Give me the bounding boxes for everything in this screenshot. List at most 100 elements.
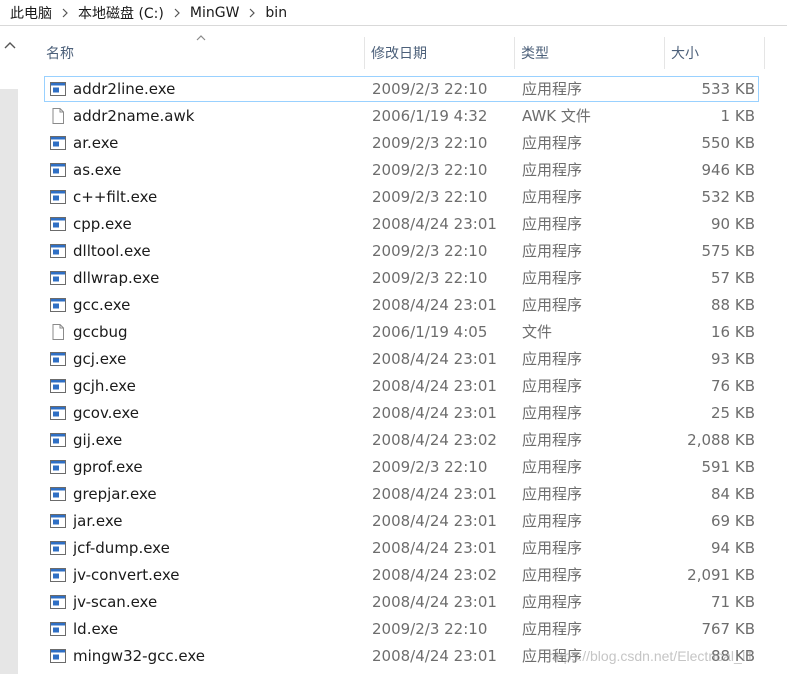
file-date: 2008/4/24 23:01	[372, 215, 497, 233]
breadcrumb-item-bin[interactable]: bin	[261, 5, 291, 21]
file-row[interactable]: jar.exe 2008/4/24 23:01 应用程序 69 KB	[40, 508, 765, 535]
file-name: grepjar.exe	[73, 485, 157, 503]
file-size: 57 KB	[711, 269, 755, 287]
file-row[interactable]: cpp.exe 2008/4/24 23:01 应用程序 90 KB	[40, 211, 765, 238]
file-date: 2009/2/3 22:10	[372, 620, 488, 638]
file-name: ar.exe	[73, 134, 119, 152]
file-row[interactable]: as.exe 2009/2/3 22:10 应用程序 946 KB	[40, 157, 765, 184]
file-size: 2,088 KB	[687, 431, 755, 449]
file-date: 2008/4/24 23:01	[372, 512, 497, 530]
file-row[interactable]: jv-scan.exe 2008/4/24 23:01 应用程序 71 KB	[40, 589, 765, 616]
file-row[interactable]: addr2line.exe 2009/2/3 22:10 应用程序 533 KB	[40, 76, 765, 103]
file-size: 76 KB	[711, 377, 755, 395]
file-type: 应用程序	[522, 566, 583, 584]
file-row[interactable]: addr2name.awk 2006/1/19 4:32 AWK 文件 1 KB	[40, 103, 765, 130]
file-name: dllwrap.exe	[73, 269, 160, 287]
file-date: 2009/2/3 22:10	[372, 161, 488, 179]
file-size: 2,091 KB	[687, 566, 755, 584]
exe-icon	[50, 378, 66, 394]
file-row[interactable]: jv-convert.exe 2008/4/24 23:02 应用程序 2,091 K…	[40, 562, 765, 589]
chevron-right-icon[interactable]	[56, 0, 74, 26]
file-explorer-window: 此电脑 本地磁盘 (C:) MinGW bin 名称 修改日期 类型 大小 ad…	[0, 0, 787, 674]
file-name: gccbug	[73, 323, 128, 341]
exe-icon	[50, 594, 66, 610]
file-type: 应用程序	[522, 404, 583, 422]
exe-icon	[50, 486, 66, 502]
file-type: 应用程序	[522, 431, 583, 449]
file-row[interactable]: dlltool.exe 2009/2/3 22:10 应用程序 575 KB	[40, 238, 765, 265]
file-row[interactable]: gij.exe 2008/4/24 23:02 应用程序 2,088 KB	[40, 427, 765, 454]
file-type: 应用程序	[522, 161, 583, 179]
file-size: 575 KB	[701, 242, 755, 260]
file-size: 532 KB	[701, 188, 755, 206]
column-header-name-label: 名称	[46, 46, 74, 62]
exe-icon	[50, 189, 66, 205]
chevron-right-icon[interactable]	[243, 0, 261, 26]
chevron-right-icon[interactable]	[168, 0, 186, 26]
file-row[interactable]: gcc.exe 2008/4/24 23:01 应用程序 88 KB	[40, 292, 765, 319]
file-date: 2009/2/3 22:10	[372, 134, 488, 152]
file-size: 90 KB	[711, 215, 755, 233]
file-row[interactable]: gccbug 2006/1/19 4:05 文件 16 KB	[40, 319, 765, 346]
file-row[interactable]: dllwrap.exe 2009/2/3 22:10 应用程序 57 KB	[40, 265, 765, 292]
column-header-date-label: 修改日期	[371, 46, 427, 62]
column-header-type-label: 类型	[521, 46, 549, 62]
exe-icon	[50, 135, 66, 151]
breadcrumb-item-mingw[interactable]: MinGW	[186, 5, 244, 21]
file-row[interactable]: gprof.exe 2009/2/3 22:10 应用程序 591 KB	[40, 454, 765, 481]
file-size: 767 KB	[701, 620, 755, 638]
file-name: cpp.exe	[73, 215, 132, 233]
file-row[interactable]: gcj.exe 2008/4/24 23:01 应用程序 93 KB	[40, 346, 765, 373]
file-name: ld.exe	[73, 620, 119, 638]
file-name: jar.exe	[73, 512, 123, 530]
file-type: 应用程序	[522, 242, 583, 260]
file-row[interactable]: ld.exe 2009/2/3 22:10 应用程序 767 KB	[40, 616, 765, 643]
scrollbar-track[interactable]	[0, 89, 18, 674]
file-type: 应用程序	[522, 350, 583, 368]
scroll-up-arrow-icon[interactable]	[3, 39, 17, 51]
file-name: gprof.exe	[73, 458, 143, 476]
file-date: 2006/1/19 4:32	[372, 107, 488, 125]
file-row[interactable]: gcjh.exe 2008/4/24 23:01 应用程序 76 KB	[40, 373, 765, 400]
file-date: 2008/4/24 23:01	[372, 485, 497, 503]
file-list: addr2line.exe 2009/2/3 22:10 应用程序 533 KB add…	[40, 76, 765, 670]
column-header-row: 名称 修改日期 类型 大小	[40, 35, 765, 69]
exe-icon	[50, 648, 66, 664]
file-type: 应用程序	[522, 593, 583, 611]
column-header-size[interactable]: 大小	[664, 37, 765, 69]
exe-icon	[50, 162, 66, 178]
file-type: 应用程序	[522, 512, 583, 530]
exe-icon	[50, 567, 66, 583]
file-type: 应用程序	[522, 539, 583, 557]
exe-icon	[50, 243, 66, 259]
file-row[interactable]: ar.exe 2009/2/3 22:10 应用程序 550 KB	[40, 130, 765, 157]
file-date: 2008/4/24 23:01	[372, 593, 497, 611]
column-header-date[interactable]: 修改日期	[364, 37, 514, 69]
breadcrumb-item-this-pc[interactable]: 此电脑	[6, 3, 56, 23]
file-type: 应用程序	[522, 269, 583, 287]
file-date: 2008/4/24 23:02	[372, 566, 497, 584]
file-size: 88 KB	[711, 296, 755, 314]
navigation-pane-scroll	[0, 27, 20, 674]
exe-icon	[50, 405, 66, 421]
file-row[interactable]: grepjar.exe 2008/4/24 23:01 应用程序 84 KB	[40, 481, 765, 508]
breadcrumb-item-drive-c[interactable]: 本地磁盘 (C:)	[74, 3, 168, 23]
file-date: 2008/4/24 23:01	[372, 296, 497, 314]
file-date: 2009/2/3 22:10	[372, 242, 488, 260]
exe-icon	[50, 513, 66, 529]
file-type: 应用程序	[522, 620, 583, 638]
file-type: 应用程序	[522, 458, 583, 476]
file-name: gcj.exe	[73, 350, 127, 368]
file-size: 71 KB	[711, 593, 755, 611]
column-header-name[interactable]: 名称	[40, 37, 364, 69]
file-type: 应用程序	[522, 134, 583, 152]
file-row[interactable]: jcf-dump.exe 2008/4/24 23:01 应用程序 94 KB	[40, 535, 765, 562]
file-date: 2008/4/24 23:01	[372, 350, 497, 368]
file-row[interactable]: gcov.exe 2008/4/24 23:01 应用程序 25 KB	[40, 400, 765, 427]
exe-icon	[50, 297, 66, 313]
file-type: 应用程序	[522, 215, 583, 233]
exe-icon	[50, 270, 66, 286]
column-header-type[interactable]: 类型	[514, 37, 664, 69]
file-row[interactable]: c++filt.exe 2009/2/3 22:10 应用程序 532 KB	[40, 184, 765, 211]
file-name: jv-scan.exe	[73, 593, 158, 611]
